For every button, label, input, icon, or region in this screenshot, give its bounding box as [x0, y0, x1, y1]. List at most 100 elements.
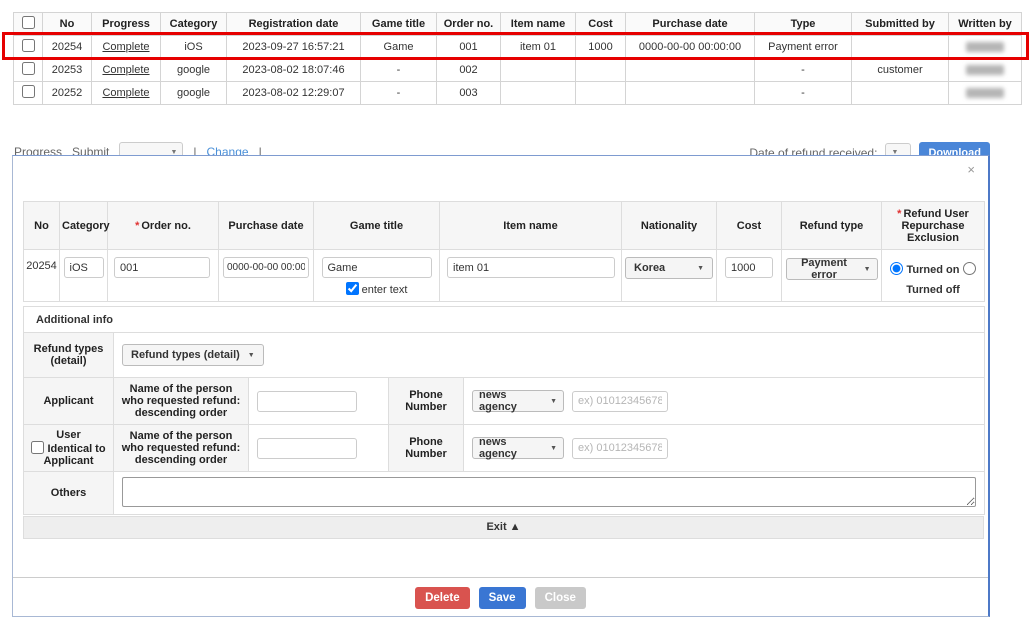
refund-type-select[interactable]: Payment error ▼: [786, 258, 878, 280]
cell-cost: 1000: [576, 36, 626, 59]
others-textarea[interactable]: [122, 477, 976, 507]
turned-on-radio[interactable]: [890, 262, 903, 275]
enter-text-option: enter text: [314, 282, 439, 296]
cell-purchase-date: [626, 59, 755, 82]
row-checkbox[interactable]: [22, 62, 35, 75]
turned-off-label: Turned off: [906, 284, 960, 296]
refund-type-value: Payment error: [793, 257, 856, 281]
col-category: Category: [161, 13, 227, 36]
form-col-refund-user: *Refund User Repurchase Exclusion: [882, 202, 985, 250]
form-col-purchase-date: Purchase date: [219, 202, 314, 250]
applicant-label: Applicant: [24, 378, 114, 425]
row-checkbox[interactable]: [22, 85, 35, 98]
nationality-value: Korea: [634, 262, 665, 274]
others-row: Others: [24, 472, 985, 515]
category-input[interactable]: [64, 257, 104, 278]
user-row: User Identical to Applicant Name of the …: [24, 425, 985, 472]
refund-types-label: Refund types (detail): [24, 333, 114, 378]
chevron-down-icon: ▼: [697, 265, 704, 272]
form-col-no: No: [24, 202, 60, 250]
cell-registration-date: 2023-08-02 12:29:07: [227, 82, 361, 105]
applicant-phone-cell: news agency ▼: [464, 378, 985, 425]
cell-type: -: [755, 59, 852, 82]
select-all-cell: [14, 13, 43, 36]
applicant-name-input[interactable]: [257, 391, 357, 412]
required-mark: *: [135, 220, 139, 232]
applicant-name-label: Name of the person who requested refund:…: [114, 378, 249, 425]
cell-order-no: 003: [437, 82, 501, 105]
form-col-refund-type: Refund type: [782, 202, 882, 250]
cell-type: Payment error: [755, 36, 852, 59]
cell-purchase-date: 0000-00-00 00:00:00: [626, 36, 755, 59]
col-written-by: Written by: [949, 13, 1022, 36]
cell-item-name: item 01: [501, 36, 576, 59]
chevron-down-icon: ▼: [550, 445, 557, 452]
cell-submitted-by: [852, 36, 949, 59]
delete-button[interactable]: Delete: [415, 587, 470, 609]
form-header-row: No Category *Order no. Purchase date Gam…: [24, 202, 985, 250]
progress-link[interactable]: Complete: [102, 41, 149, 53]
table-row[interactable]: 20252 Complete google 2023-08-02 12:29:0…: [14, 82, 1022, 105]
cell-cost: [576, 59, 626, 82]
cell-type: -: [755, 82, 852, 105]
row-checkbox[interactable]: [22, 39, 35, 52]
carrier-value: news agency: [479, 389, 542, 413]
progress-link[interactable]: Complete: [102, 87, 149, 99]
close-icon[interactable]: ×: [967, 163, 975, 176]
enter-text-checkbox[interactable]: [346, 282, 359, 295]
applicant-phone-input[interactable]: [572, 391, 668, 412]
form-col-game-title: Game title: [314, 202, 440, 250]
nationality-select[interactable]: Korea ▼: [625, 257, 713, 279]
applicant-phone-label: Phone Number: [389, 378, 464, 425]
col-item-name: Item name: [501, 13, 576, 36]
cell-registration-date: 2023-09-27 16:57:21: [227, 36, 361, 59]
others-cell: [114, 472, 985, 515]
table-row[interactable]: 20253 Complete google 2023-08-02 18:07:4…: [14, 59, 1022, 82]
form-col-nationality: Nationality: [622, 202, 717, 250]
form-value-row: 20254 enter text Korea ▼: [24, 250, 985, 302]
progress-link[interactable]: Complete: [102, 64, 149, 76]
refund-types-row: Refund types (detail) Refund types (deta…: [24, 333, 985, 378]
cell-category: iOS: [161, 36, 227, 59]
turned-off-radio[interactable]: [963, 262, 976, 275]
exit-collapse-bar[interactable]: Exit ▲: [23, 516, 984, 539]
cell-progress: Complete: [92, 59, 161, 82]
user-carrier-select[interactable]: news agency ▼: [472, 437, 564, 459]
col-cost: Cost: [576, 13, 626, 36]
user-phone-input[interactable]: [572, 438, 668, 459]
user-identical-checkbox[interactable]: [31, 441, 44, 454]
cell-game-title: Game: [361, 36, 437, 59]
cell-order-no: 001: [437, 36, 501, 59]
col-registration-date: Registration date: [227, 13, 361, 36]
others-label: Others: [24, 472, 114, 515]
form-col-order-no: *Order no.: [108, 202, 219, 250]
form-game-title-cell: enter text: [314, 250, 440, 302]
purchase-date-input[interactable]: [223, 257, 309, 278]
refund-form-table: No Category *Order no. Purchase date Gam…: [23, 201, 985, 302]
user-name-label: Name of the person who requested refund:…: [114, 425, 249, 472]
refund-types-select[interactable]: Refund types (detail) ▼: [122, 344, 264, 366]
cell-item-name: [501, 82, 576, 105]
user-identical-label: User Identical to Applicant: [24, 425, 114, 472]
applicant-carrier-select[interactable]: news agency ▼: [472, 390, 564, 412]
chevron-down-icon: ▼: [864, 266, 871, 273]
item-name-input[interactable]: [447, 257, 615, 278]
col-no: No: [43, 13, 92, 36]
user-name-input[interactable]: [257, 438, 357, 459]
user-phone-cell: news agency ▼: [464, 425, 985, 472]
col-type: Type: [755, 13, 852, 36]
user-name-cell: [249, 425, 389, 472]
form-cost-cell: [717, 250, 782, 302]
game-title-input[interactable]: [322, 257, 432, 278]
cost-input[interactable]: [725, 257, 773, 278]
select-all-checkbox[interactable]: [22, 16, 35, 29]
order-no-input[interactable]: [114, 257, 210, 278]
cell-submitted-by: [852, 82, 949, 105]
close-button[interactable]: Close: [535, 587, 586, 609]
table-row[interactable]: 20254 Complete iOS 2023-09-27 16:57:21 G…: [14, 36, 1022, 59]
cell-item-name: [501, 59, 576, 82]
save-button[interactable]: Save: [479, 587, 526, 609]
form-category-cell: [60, 250, 108, 302]
cell-order-no: 002: [437, 59, 501, 82]
additional-info-table: Additional info Refund types (detail) Re…: [23, 306, 985, 515]
